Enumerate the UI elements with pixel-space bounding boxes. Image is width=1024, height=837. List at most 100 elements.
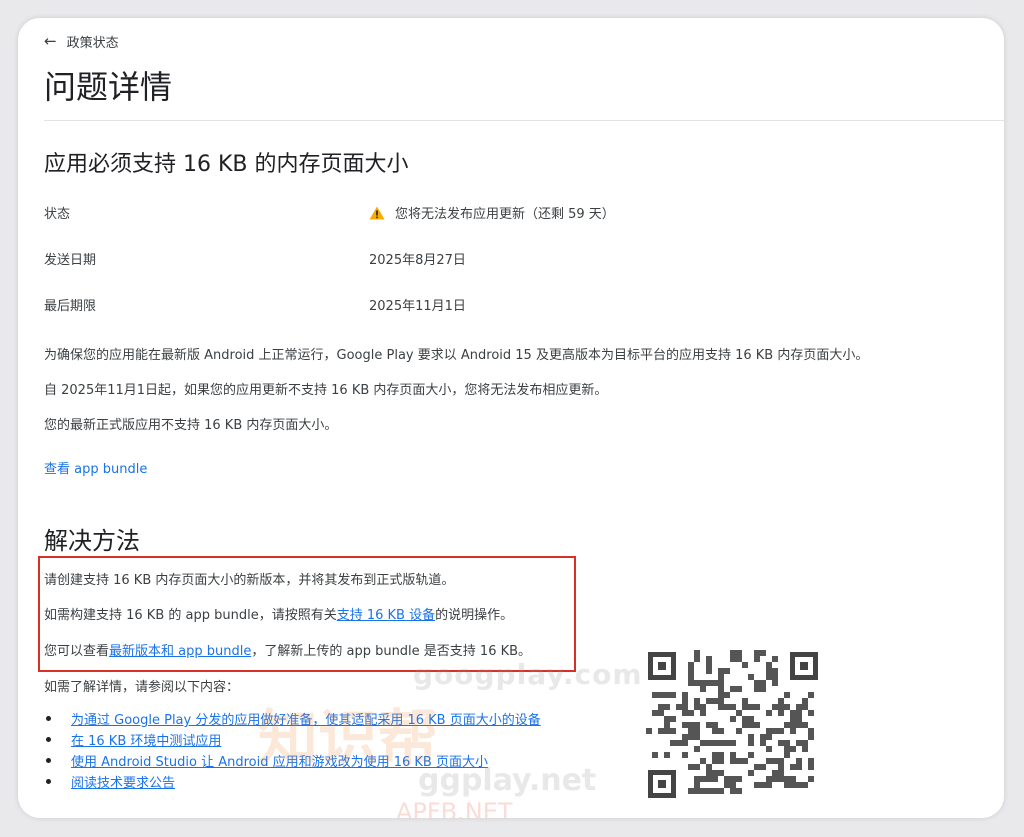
qr-module (760, 764, 766, 770)
bullet-icon (46, 779, 51, 784)
qr-module (784, 752, 790, 758)
qr-module (766, 734, 772, 740)
list-item: 阅读技术要求公告 (44, 771, 541, 792)
qr-module (766, 782, 772, 788)
issue-details-panel: ← 政策状态 问题详情 应用必须支持 16 KB 的内存页面大小 状态 您将无法… (18, 18, 1004, 818)
deadline-paragraph: 自 2025年11月1日起，如果您的应用更新不支持 16 KB 内存页面大小，您… (44, 383, 608, 398)
qr-module (736, 776, 742, 782)
sent-date-label: 发送日期 (44, 253, 97, 268)
qr-module (700, 710, 706, 716)
qr-module (694, 746, 700, 752)
list-item: 使用 Android Studio 让 Android 应用和游戏改为使用 16… (44, 750, 541, 771)
qr-module (742, 758, 748, 764)
back-to-policy-status[interactable]: ← 政策状态 (44, 32, 119, 52)
qr-finder (648, 652, 676, 680)
qr-module (730, 716, 736, 722)
qr-module (670, 716, 676, 722)
qr-module (652, 752, 658, 758)
qr-module (688, 710, 694, 716)
qr-module (718, 758, 724, 764)
issue-title: 应用必须支持 16 KB 的内存页面大小 (44, 152, 409, 177)
qr-module (766, 710, 772, 716)
qr-module (808, 776, 814, 782)
support-16kb-devices-link[interactable]: 支持 16 KB 设备 (337, 608, 435, 623)
qr-module (772, 680, 778, 686)
status-row: 状态 您将无法发布应用更新（还剩 59 天） (44, 203, 944, 223)
qr-module (718, 788, 724, 794)
header-divider (44, 120, 1004, 121)
qr-finder (648, 770, 676, 798)
current-status-paragraph: 您的最新正式版应用不支持 16 KB 内存页面大小。 (44, 418, 338, 433)
tech-requirements-link[interactable]: 阅读技术要求公告 (71, 772, 175, 791)
qr-module (748, 752, 754, 758)
back-label: 政策状态 (66, 36, 119, 51)
qr-module (802, 782, 808, 788)
latest-releases-link[interactable]: 最新版本和 app bundle (109, 644, 251, 659)
page-title: 问题详情 (44, 68, 173, 106)
qr-module (694, 764, 700, 770)
solution-line-2-text: 如需构建支持 16 KB 的 app bundle，请按照有关 (44, 608, 337, 623)
qr-module (808, 710, 814, 716)
qr-module (664, 704, 670, 710)
solution-title: 解决方法 (44, 527, 140, 555)
status-value: 您将无法发布应用更新（还剩 59 天） (369, 203, 615, 222)
qr-module (712, 776, 718, 782)
solution-line-2-suffix: 的说明操作。 (435, 608, 514, 623)
qr-module (706, 668, 712, 674)
warning-icon (369, 206, 385, 219)
qr-module (802, 746, 808, 752)
more-info-list: 为通过 Google Play 分发的应用做好准备，使其适配采用 16 KB 页… (44, 708, 541, 792)
qr-module (736, 728, 742, 734)
qr-module (736, 686, 742, 692)
qr-module (808, 692, 814, 698)
qr-module (772, 656, 778, 662)
sent-date-row: 发送日期 2025年8月27日 (44, 249, 944, 269)
qr-module (760, 650, 766, 656)
solution-line-3: 您可以查看最新版本和 app bundle，了解新上传的 app bundle … (44, 640, 531, 659)
qr-module (718, 728, 724, 734)
qr-module (646, 728, 652, 734)
qr-module (754, 656, 760, 662)
qr-module (670, 728, 676, 734)
qr-module (742, 662, 748, 668)
view-app-bundle-link[interactable]: 查看 app bundle (44, 462, 147, 477)
qr-module (670, 692, 676, 698)
qr-module (808, 734, 814, 740)
sent-date-value: 2025年8月27日 (369, 253, 466, 268)
status-text: 您将无法发布应用更新（还剩 59 天） (395, 207, 615, 222)
qr-module (778, 710, 784, 716)
deadline-row: 最后期限 2025年11月1日 (44, 295, 944, 315)
qr-module (748, 770, 754, 776)
solution-line-2: 如需构建支持 16 KB 的 app bundle，请按照有关支持 16 KB … (44, 604, 513, 623)
qr-module (682, 740, 688, 746)
qr-code (646, 650, 820, 800)
qr-module (748, 740, 754, 746)
qr-module (700, 686, 706, 692)
requirement-paragraph: 为确保您的应用能在最新版 Android 上正常运行，Google Play 要… (44, 348, 869, 363)
qr-module (760, 686, 766, 692)
qr-module (754, 722, 760, 728)
qr-module (784, 692, 790, 698)
watermark-text: APFB.NET (396, 798, 513, 818)
qr-module (694, 656, 700, 662)
deadline-value: 2025年11月1日 (369, 299, 466, 314)
solution-line-3-text: 您可以查看 (44, 644, 110, 659)
qr-module (664, 752, 670, 758)
list-item: 为通过 Google Play 分发的应用做好准备，使其适配采用 16 KB 页… (44, 708, 541, 729)
solution-line-1: 请创建支持 16 KB 内存页面大小的新版本，并将其发布到正式版轨道。 (44, 573, 455, 588)
bullet-icon (46, 737, 51, 742)
qr-module (790, 728, 796, 734)
qr-module (682, 752, 688, 758)
qr-module (736, 788, 742, 794)
status-label: 状态 (44, 207, 71, 222)
qr-module (766, 746, 772, 752)
qr-module (730, 740, 736, 746)
solution-line-3-suffix: ，了解新上传的 app bundle 是否支持 16 KB。 (251, 644, 532, 659)
android-studio-link[interactable]: 使用 Android Studio 让 Android 应用和游戏改为使用 16… (71, 751, 488, 770)
test-16kb-link[interactable]: 在 16 KB 环境中测试应用 (71, 730, 221, 749)
qr-module (796, 764, 802, 770)
more-info-intro: 如需了解详情，请参阅以下内容： (44, 680, 240, 695)
qr-module (778, 728, 784, 734)
bullet-icon (46, 758, 51, 763)
prepare-apps-link[interactable]: 为通过 Google Play 分发的应用做好准备，使其适配采用 16 KB 页… (71, 709, 541, 728)
